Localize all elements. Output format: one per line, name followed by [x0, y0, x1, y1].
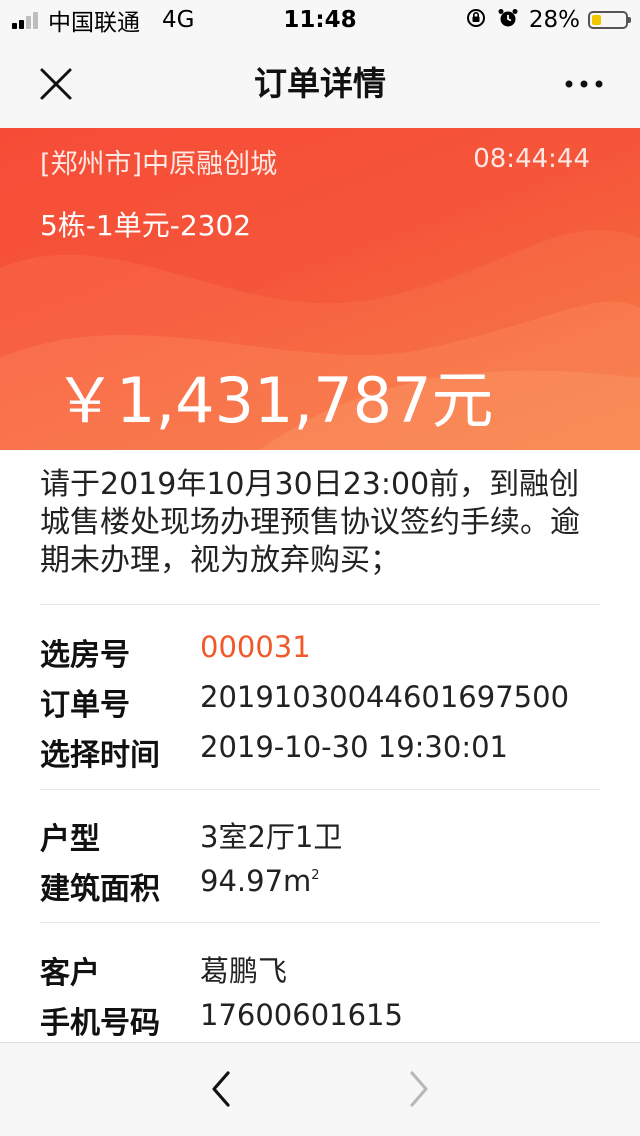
status-right: 28% — [465, 0, 631, 40]
select-time-label: 选择时间 — [40, 738, 160, 773]
phone-label: 手机号码 — [40, 1006, 160, 1041]
area-number: 94.97m — [200, 864, 312, 898]
divider — [40, 922, 600, 923]
page-title: 订单详情 — [254, 64, 386, 103]
select-time-value: 2019-10-30 19:30:01 — [200, 730, 508, 764]
project-location: [郑州市]中原融创城 — [40, 149, 278, 180]
countdown-time: 08:44:44 — [473, 144, 590, 174]
layout-label: 户型 — [40, 822, 100, 857]
selection-number-value: 000031 — [200, 630, 311, 664]
divider — [40, 604, 600, 605]
customer-label: 客户 — [40, 956, 100, 991]
order-banner: [郑州市]中原融创城 08:44:44 5栋-1单元-2302 ￥1,431,7… — [0, 128, 640, 450]
order-number-label: 订单号 — [40, 688, 130, 723]
nav-bar: 订单详情 — [0, 40, 640, 128]
more-icon[interactable] — [564, 74, 604, 94]
browser-toolbar — [0, 1042, 640, 1136]
area-unit-superscript: 2 — [311, 868, 320, 883]
area-value: 94.97m2 — [200, 864, 320, 898]
alarm-icon — [497, 7, 519, 34]
orientation-lock-icon — [465, 7, 487, 34]
layout-value: 3室2厅1卫 — [200, 820, 343, 854]
area-label: 建筑面积 — [40, 872, 160, 907]
unit-number: 5栋-1单元-2302 — [40, 209, 252, 242]
selection-number-label: 选房号 — [40, 638, 130, 673]
signing-notice: 请于2019年10月30日23:00前，到融创城售楼处现场办理预售协议签约手续。… — [40, 467, 580, 578]
customer-value: 葛鹏飞 — [200, 954, 288, 988]
phone-value: 17600601615 — [200, 998, 403, 1032]
battery-level — [592, 15, 601, 25]
chevron-left-icon[interactable] — [200, 1067, 244, 1111]
chevron-right-icon[interactable] — [396, 1067, 440, 1111]
total-price: ￥1,431,787元 — [54, 364, 494, 437]
status-bar: 中国联通 4G 11:48 28% — [0, 0, 640, 40]
order-number-value: 20191030044601697500 — [200, 680, 570, 714]
battery-icon — [588, 11, 631, 29]
battery-percent: 28% — [528, 7, 580, 33]
divider — [40, 789, 600, 790]
